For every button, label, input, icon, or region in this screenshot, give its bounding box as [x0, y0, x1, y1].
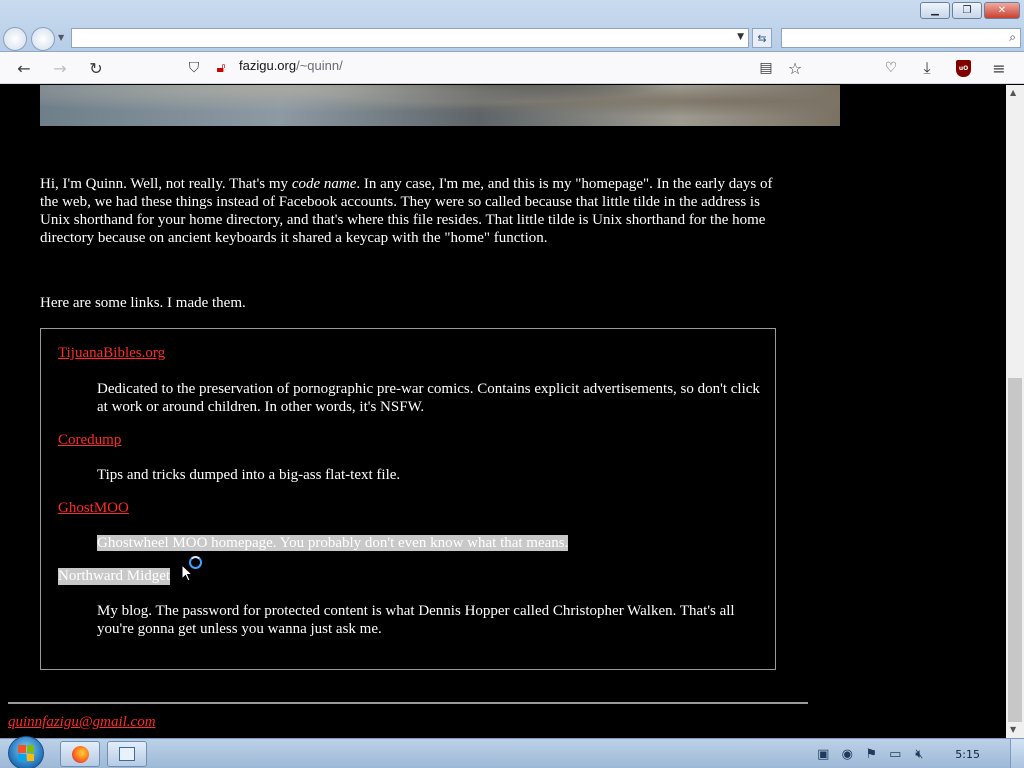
outer-address-bar[interactable]: ▼ [71, 28, 749, 48]
minimize-button[interactable]: ▁ [920, 2, 950, 19]
taskbar-firefox[interactable] [60, 741, 100, 767]
link-description: My blog. The password for protected cont… [97, 603, 735, 637]
scroll-thumb[interactable] [1008, 378, 1022, 722]
firefox-toolbar: ← → ↻ ⛉ 🔓︎ fazigu.org/~quinn/ ▤ ☆ ♡ ⤓ uO… [0, 52, 1024, 84]
header-photo [40, 85, 840, 126]
show-desktop-button[interactable] [1010, 739, 1024, 768]
footer-divider [8, 702, 808, 704]
outer-refresh-icon[interactable]: ⇆ [752, 28, 772, 48]
bookmark-star-icon[interactable]: ☆ [784, 57, 806, 79]
search-icon[interactable]: ⌕ [1009, 30, 1016, 45]
close-button[interactable]: ✕ [984, 2, 1020, 19]
windows-taskbar: ▣ ◉ ⚑ ▭ 🔇︎ 5:15 [0, 736, 1024, 768]
taskbar-app[interactable] [107, 741, 147, 767]
page-scrollbar[interactable]: ▲ ▼ [1006, 85, 1024, 738]
reader-view-icon[interactable]: ▤ [755, 57, 777, 79]
outer-browser-chrome: ▁ ❐ ✕ ▼ ▼ ⇆ ⌕ [0, 0, 1024, 52]
page-viewport: Hi, I'm Quinn. Well, not really. That's … [0, 85, 1006, 738]
pocket-icon[interactable]: ♡ [880, 57, 902, 79]
downloads-icon[interactable]: ⤓ [916, 57, 938, 79]
insecure-lock-icon[interactable]: 🔓︎ [210, 57, 232, 79]
network-icon[interactable]: ▭ [887, 746, 903, 762]
windows-logo-icon [18, 745, 34, 761]
action-center-flag-icon[interactable]: ⚑ [863, 746, 879, 762]
security-icon[interactable]: ◉ [839, 746, 855, 762]
scroll-up-icon[interactable]: ▲ [1010, 88, 1016, 97]
shield-icon[interactable]: ⛉ [183, 57, 205, 79]
footer-email-link[interactable]: quinnfazigu@gmail.com [8, 714, 156, 731]
url-path: /~quinn/ [296, 58, 343, 73]
firefox-icon [71, 745, 89, 763]
outer-search-box[interactable]: ⌕ [781, 28, 1021, 48]
system-tray: ▣ ◉ ⚑ ▭ 🔇︎ 5:15 [815, 739, 1024, 768]
link-northward-midget[interactable]: Northward Midget [58, 568, 171, 585]
link-ghostmoo[interactable]: GhostMOO [58, 500, 129, 517]
link-description: Dedicated to the preservation of pornogr… [97, 381, 760, 415]
ublock-origin-icon[interactable]: uO [956, 60, 971, 77]
notes-icon[interactable]: ▣ [815, 746, 831, 762]
selected-text: Ghostwheel MOO homepage. You probably do… [97, 535, 569, 551]
address-dropdown-icon[interactable]: ▼ [737, 32, 744, 42]
link-description: Ghostwheel MOO homepage. You probably do… [97, 534, 765, 552]
reload-icon[interactable]: ↻ [85, 57, 107, 79]
intro-text-start: Hi, I'm Quinn. Well, not really. That's … [40, 176, 292, 192]
history-dropdown-icon[interactable]: ▼ [58, 33, 64, 42]
links-intro: Here are some links. I made them. [40, 295, 246, 311]
restore-button[interactable]: ❐ [952, 2, 982, 19]
outer-back-button[interactable] [3, 27, 27, 51]
intro-emphasis: code name [291, 176, 357, 192]
link-tijuanabibles[interactable]: TijuanaBibles.org [58, 345, 165, 362]
forward-arrow-icon[interactable]: → [49, 57, 71, 79]
scroll-down-icon[interactable]: ▼ [1010, 725, 1016, 734]
outer-forward-button[interactable] [31, 27, 55, 51]
link-description: Tips and tricks dumped into a big-ass fl… [97, 467, 401, 483]
window-buttons: ▁ ❐ ✕ [920, 2, 1020, 19]
intro-paragraph: Hi, I'm Quinn. Well, not really. That's … [40, 175, 780, 247]
clock[interactable]: 5:15 [955, 748, 980, 761]
url-display[interactable]: fazigu.org/~quinn/ [239, 58, 343, 73]
links-list: TijuanaBibles.org Dedicated to the prese… [40, 328, 776, 670]
app-window-icon [119, 747, 135, 761]
link-coredump[interactable]: Coredump [58, 432, 121, 449]
back-arrow-icon[interactable]: ← [13, 57, 35, 79]
volume-muted-icon[interactable]: 🔇︎ [911, 746, 927, 762]
busy-spinner-icon [189, 556, 202, 569]
menu-hamburger-icon[interactable]: ≡ [988, 57, 1010, 79]
url-host: fazigu.org [239, 58, 297, 73]
start-button[interactable] [8, 736, 44, 768]
